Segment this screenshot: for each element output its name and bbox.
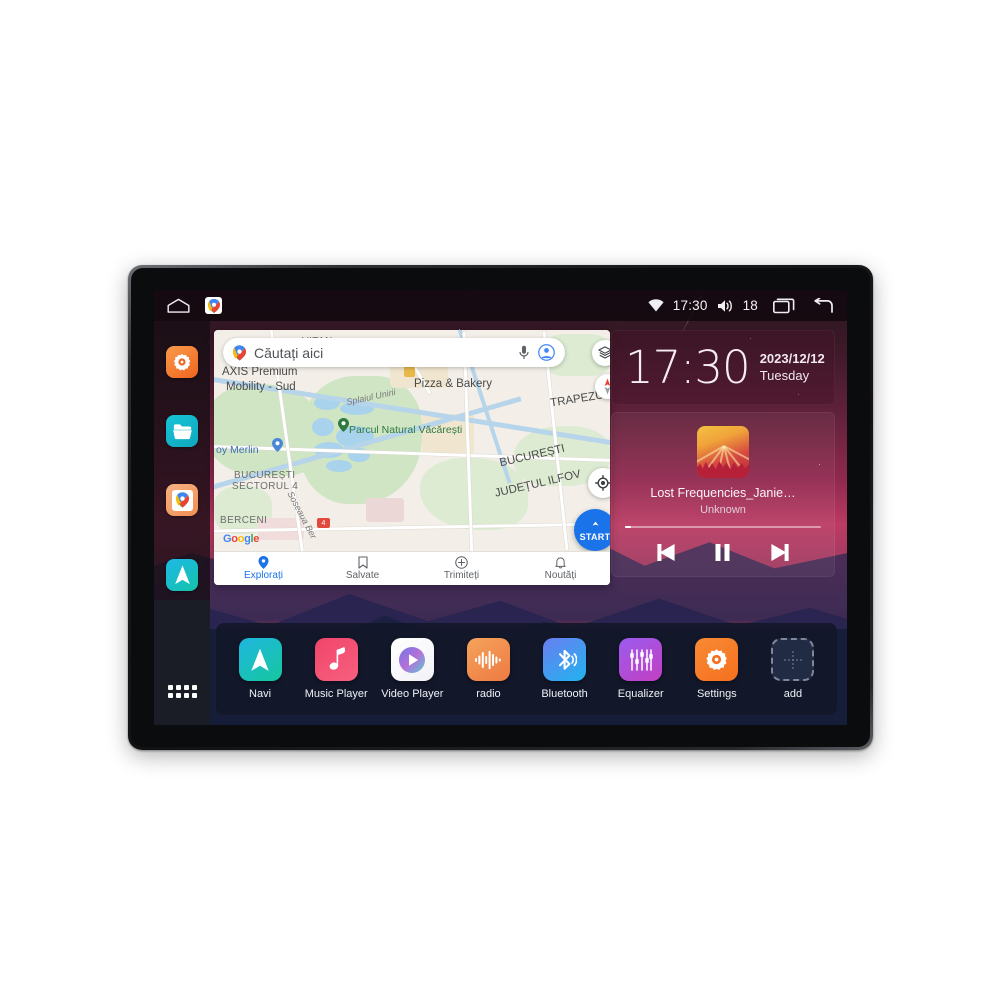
dock-item-navi[interactable]: Navi — [223, 638, 297, 700]
dock-item-label: Equalizer — [617, 688, 664, 700]
layers-icon — [598, 346, 610, 359]
media-controls — [611, 540, 835, 564]
dock-item-equalizer[interactable]: Equalizer — [604, 638, 678, 700]
device-screen: 17:30 18 4 AXIS Premium Mobility - Sud P… — [154, 290, 847, 725]
map-label: SECTORUL 4 — [232, 481, 299, 492]
dock-item-add[interactable]: add — [756, 638, 830, 700]
dock-item-musicplayer[interactable]: Music Player — [299, 638, 373, 700]
map-label: Parcul Natural Văcărești — [349, 424, 463, 436]
dock-item-videoplayer[interactable]: Video Player — [375, 638, 449, 700]
rail-item-settings[interactable] — [166, 346, 198, 378]
map-my-location-button[interactable] — [588, 468, 610, 498]
account-circle-icon[interactable] — [538, 344, 555, 361]
map-nav-label: Salvate — [345, 570, 380, 581]
equalizer-icon[interactable] — [619, 638, 663, 681]
media-title: Lost Frequencies_Janie… — [650, 486, 796, 500]
home-icon[interactable] — [166, 298, 191, 313]
highway-shield: 4 — [317, 518, 330, 528]
status-bar: 17:30 18 — [154, 290, 847, 321]
dock-item-label: Music Player — [304, 688, 368, 700]
pause-icon[interactable] — [711, 540, 735, 564]
car-stereo-device: 17:30 18 4 AXIS Premium Mobility - Sud P… — [128, 265, 873, 750]
bookmark-icon — [357, 556, 368, 569]
search-input[interactable]: Căutați aici — [254, 345, 510, 361]
map-nav-label: Explorați — [244, 570, 283, 581]
clock-weekday: Tuesday — [759, 367, 810, 383]
map-search-bar[interactable]: Căutați aici — [223, 338, 565, 367]
dock-item-radio[interactable]: radio — [451, 638, 525, 700]
rail-item-maps[interactable] — [166, 484, 198, 516]
rail-item-navigation[interactable] — [166, 559, 198, 591]
media-progress-bar[interactable] — [625, 526, 821, 528]
compass-icon — [604, 378, 610, 395]
play-circle-icon[interactable] — [390, 638, 434, 681]
plus-circle-icon — [455, 556, 468, 569]
map-nav-item-salvate[interactable]: Salvate — [313, 556, 412, 581]
bell-icon — [555, 556, 566, 569]
navigation-icon — [174, 565, 190, 585]
waveform-icon[interactable] — [466, 638, 510, 681]
clock-date: 2023/12/12 — [759, 351, 825, 367]
map-label: BUCUREȘTI — [234, 470, 296, 481]
skip-previous-icon[interactable] — [654, 540, 678, 564]
navigation-icon[interactable] — [238, 638, 282, 681]
map-label: Mobility - Sud — [226, 381, 296, 393]
map-nav-label: Trimiteți — [443, 570, 480, 581]
folder-icon — [172, 423, 192, 439]
google-maps-pin-icon — [233, 344, 246, 361]
gear-icon[interactable] — [695, 638, 739, 681]
bluetooth-icon[interactable] — [543, 638, 587, 681]
recents-icon[interactable] — [773, 298, 795, 314]
map-label: AXIS Premium — [222, 366, 298, 378]
dock-item-bluetooth[interactable]: Bluetooth — [528, 638, 602, 700]
map-nav-item-trimitei[interactable]: Trimiteți — [412, 556, 511, 581]
wifi-icon — [648, 299, 664, 312]
map-nav-item-nouti[interactable]: Noutăți — [511, 556, 610, 581]
clock-widget[interactable]: 17:30 2023/12/12 Tuesday — [611, 330, 835, 405]
media-player-widget[interactable]: Lost Frequencies_Janie… Unknown — [611, 412, 835, 577]
google-maps-icon — [175, 492, 189, 508]
map-start-navigation-button[interactable]: START — [574, 509, 610, 551]
google-maps-widget[interactable]: 4 VITANAXIS PremiumMobility - SudPizza &… — [214, 330, 610, 585]
skip-next-icon[interactable] — [768, 540, 792, 564]
rail-item-file-manager[interactable] — [166, 415, 198, 447]
app-dock: Navi Music Player Video Player radio Bluetoo… — [216, 623, 837, 715]
navigation-arrow-icon — [588, 519, 602, 532]
map-label: oy Merlin — [216, 444, 259, 456]
dock-item-label: Navi — [249, 688, 272, 700]
map-nav-label: Noutăți — [544, 570, 577, 581]
music-note-icon[interactable] — [314, 638, 358, 681]
plus-dashed-icon[interactable] — [771, 638, 815, 681]
map-bottom-nav: Explorați Salvate Trimiteți Noutăți — [214, 551, 610, 585]
back-icon[interactable] — [812, 297, 833, 314]
microphone-icon[interactable] — [518, 345, 530, 360]
map-nav-item-explorai[interactable]: Explorați — [214, 556, 313, 581]
album-art — [697, 426, 749, 478]
dock-item-settings[interactable]: Settings — [680, 638, 754, 700]
poi-marker-park[interactable] — [338, 418, 349, 437]
left-app-rail — [154, 321, 210, 725]
location-pin-icon — [258, 556, 269, 569]
app-drawer-icon[interactable] — [168, 685, 197, 698]
gear-icon — [173, 353, 191, 371]
google-attribution: Google — [223, 533, 260, 545]
status-time: 17:30 — [672, 298, 708, 313]
google-maps-icon[interactable] — [205, 297, 222, 314]
start-label: START — [579, 532, 610, 542]
dock-item-label: Settings — [696, 688, 737, 700]
poi-marker-bakery[interactable] — [404, 366, 415, 377]
map-label: Pizza & Bakery — [414, 378, 492, 390]
media-artist: Unknown — [700, 504, 746, 516]
dock-item-label: Video Player — [381, 688, 444, 700]
map-label: BERCENI — [220, 515, 268, 526]
dock-item-label: add — [783, 688, 803, 700]
my-location-icon — [595, 475, 610, 491]
clock-time: 17:30 — [625, 341, 751, 394]
volume-level: 18 — [742, 298, 758, 313]
dock-item-label: radio — [476, 688, 501, 700]
dock-item-label: Bluetooth — [541, 688, 588, 700]
poi-marker-store[interactable] — [272, 438, 283, 457]
volume-icon — [717, 299, 734, 313]
